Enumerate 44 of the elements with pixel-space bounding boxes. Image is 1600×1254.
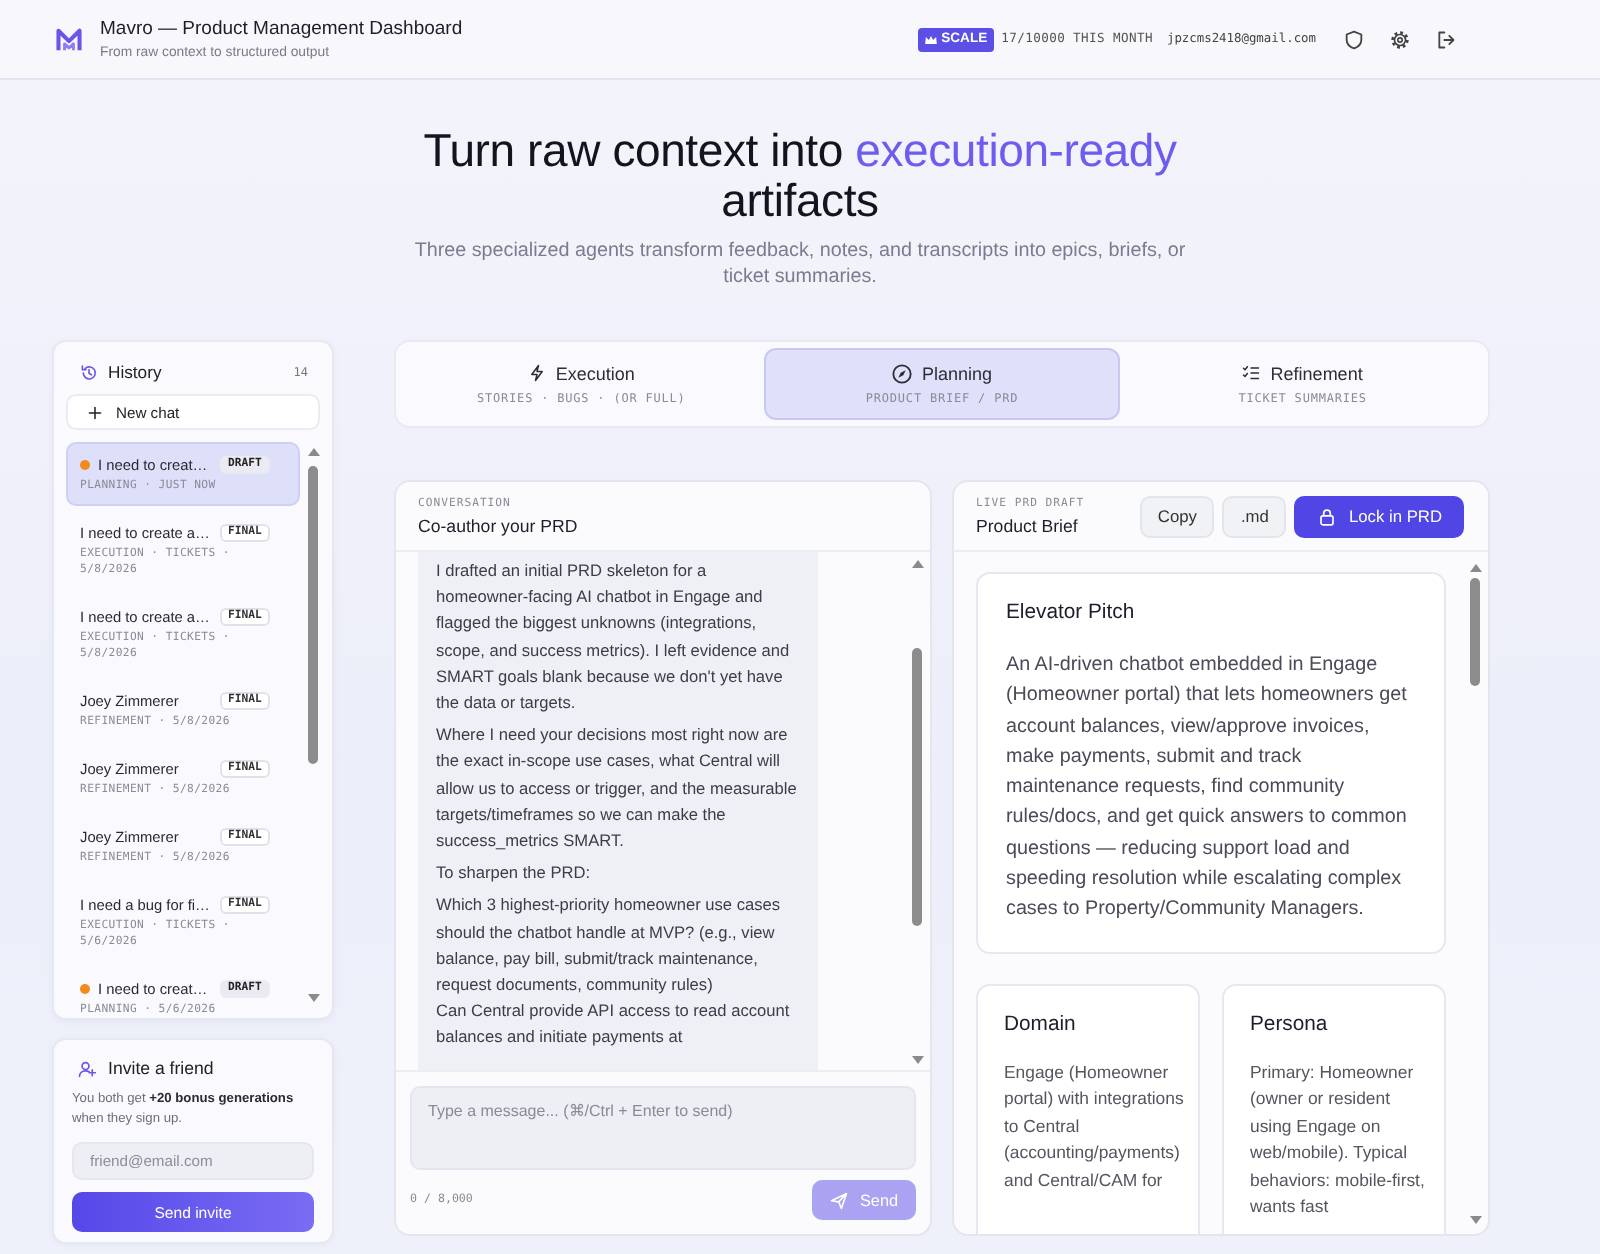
copy-button[interactable]: Copy (1139, 495, 1215, 537)
panel-title: Product Brief (976, 515, 1080, 537)
section-title: Elevator Pitch (1006, 600, 1137, 628)
lightning-icon (527, 364, 546, 382)
section-text: Primary: Homeowner (owner or resident using Engage on web/mobile). Typical behaviors: mobile-first, wants fast (1250, 1059, 1427, 1221)
user-plus-icon (78, 1059, 96, 1077)
message-field[interactable]: Type a message... (⌘/Ctrl + Enter to send) (410, 1086, 916, 1170)
shield-icon[interactable] (1344, 29, 1364, 49)
message-paragraph: To sharpen the PRD: (436, 860, 593, 887)
logo-icon (56, 27, 82, 51)
settings-icon[interactable] (1390, 29, 1410, 49)
section-title: Persona (1250, 1011, 1330, 1040)
logout-icon[interactable] (1436, 29, 1456, 49)
message-paragraph: I drafted an initial PRD skeleton for a homeowner-facing AI chatbot in Engage and flagged the biggest unknowns (integrations, scope, and success metrics). I left evidence and SMART goals blank because we don't yet have the data or targets. (436, 558, 792, 717)
history-icon (80, 363, 98, 381)
hero-title: Turn raw context into execution-ready artifacts (421, 126, 1179, 226)
section-title: Domain (1004, 1011, 1078, 1040)
markdown-button[interactable]: .md (1222, 495, 1287, 537)
scroll-up-icon[interactable] (911, 560, 923, 568)
message-paragraph: Where I need your decisions most right now are the exact in-scope use cases, what Central will allow us to access or trigger, and the measurable targets/timeframes so we can make the success_metrics SMART. (436, 722, 798, 855)
plus-icon (88, 405, 102, 419)
app-title: Mavro — Product Management Dashboard (100, 17, 463, 41)
section-text: An AI-driven chatbot embedded in Engage (Homeowner portal) that lets homeowners get account balances, view/approve invoices, make payments, submit and track maintenance requests, find community rules/docs, and get quick answers to common questions — reducing support load and speeding resolution while escalating complex cases to Property/Community Managers. (1006, 652, 1409, 925)
lock-button[interactable]: Lock in PRD (1294, 495, 1464, 537)
section-text: Engage (Homeowner portal) with integrations to Central (accounting/payments) and Central/CAM for (1004, 1059, 1186, 1194)
invite-title: Invite a friend (108, 1058, 214, 1078)
scroll-up-icon[interactable] (1469, 564, 1481, 572)
lock-icon (1318, 507, 1337, 525)
message-list-item: Which 3 highest-priority homeowner use cases should the chatbot handle at MVP? (e.g., view balance, pay bill, submit/track maintenance, request documents, community rules) (436, 892, 783, 999)
scroll-down-icon[interactable] (1469, 1216, 1481, 1224)
hero-subtitle: Three specialized agents transform feedback, notes, and transcripts into epics, briefs, or ticket summaries. (412, 238, 1188, 290)
scroll-down-icon[interactable] (307, 994, 319, 1002)
panel-title: Co-author your PRD (418, 515, 578, 537)
message-list-item: Can Central provide API access to read account balances and initiate payments at (436, 998, 792, 1051)
scroll-down-icon[interactable] (911, 1056, 923, 1064)
compass-icon (891, 363, 912, 383)
scrollbar-thumb[interactable] (308, 466, 318, 764)
scrollbar-thumb[interactable] (1470, 578, 1480, 686)
send-icon (829, 1191, 848, 1209)
crown-icon (923, 33, 938, 45)
history-title: History (108, 362, 162, 382)
scroll-up-icon[interactable] (307, 448, 319, 456)
scrollbar-thumb[interactable] (912, 648, 922, 926)
checklist-icon (1242, 364, 1261, 382)
